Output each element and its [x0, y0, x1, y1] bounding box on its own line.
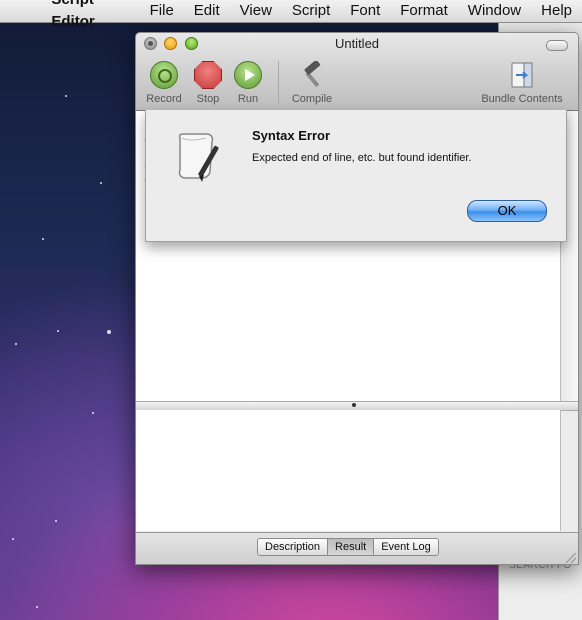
tab-description[interactable]: Description	[258, 539, 329, 555]
star	[36, 606, 38, 608]
menu-bar: Script Editor File Edit View Script Font…	[0, 0, 582, 30]
bundle-contents-icon	[508, 61, 536, 89]
dialog-title: Syntax Error	[252, 128, 331, 143]
menu-font[interactable]: Font	[340, 0, 390, 22]
star	[15, 343, 17, 345]
menu-file[interactable]: File	[140, 0, 184, 22]
window-title: Untitled	[334, 36, 380, 51]
star	[100, 182, 102, 184]
result-pane[interactable]	[136, 410, 561, 531]
compile-button[interactable]: Compile	[288, 60, 336, 105]
star	[42, 238, 44, 240]
ok-button[interactable]: OK	[467, 200, 547, 222]
star	[57, 330, 59, 332]
resize-grip-icon[interactable]	[566, 553, 576, 563]
menu-app-name[interactable]: Script Editor	[49, 0, 139, 33]
stop-label: Stop	[196, 93, 220, 105]
tab-result[interactable]: Result	[328, 539, 375, 555]
hammer-icon	[298, 60, 326, 89]
record-button[interactable]: Record	[144, 61, 184, 105]
compile-label: Compile	[291, 93, 333, 105]
script-editor-app-icon	[172, 128, 228, 184]
star	[107, 330, 111, 334]
menu-help[interactable]: Help	[531, 0, 582, 22]
syntax-error-dialog: Syntax Error Expected end of line, etc. …	[145, 110, 567, 242]
result-tabs: Description Result Event Log	[257, 538, 439, 556]
star	[65, 95, 67, 97]
menu-script[interactable]: Script	[282, 0, 340, 22]
bundle-contents-button[interactable]: Bundle Contents	[476, 61, 568, 105]
run-label: Run	[237, 93, 259, 105]
menu-edit[interactable]: Edit	[184, 0, 230, 22]
tab-event-log[interactable]: Event Log	[374, 539, 438, 555]
toolbar-separator	[278, 61, 279, 105]
star	[12, 538, 14, 540]
run-button[interactable]: Run	[232, 61, 264, 105]
stop-icon	[194, 61, 222, 89]
dialog-message: Expected end of line, etc. but found ide…	[252, 152, 472, 164]
menu-window[interactable]: Window	[458, 0, 531, 22]
record-label: Record	[146, 93, 182, 105]
toolbar-toggle-button[interactable]	[546, 40, 568, 51]
run-icon	[234, 61, 262, 89]
star	[55, 520, 57, 522]
record-icon	[150, 61, 178, 89]
menu-view[interactable]: View	[230, 0, 282, 22]
bottom-tab-bar: Description Result Event Log	[136, 532, 578, 564]
bundle-contents-label: Bundle Contents	[481, 93, 563, 105]
menu-format[interactable]: Format	[390, 0, 458, 22]
stop-button[interactable]: Stop	[190, 61, 226, 105]
window-titlebar[interactable]: Untitled Record Stop Run Compile Bundle …	[136, 33, 578, 111]
star	[92, 412, 94, 414]
